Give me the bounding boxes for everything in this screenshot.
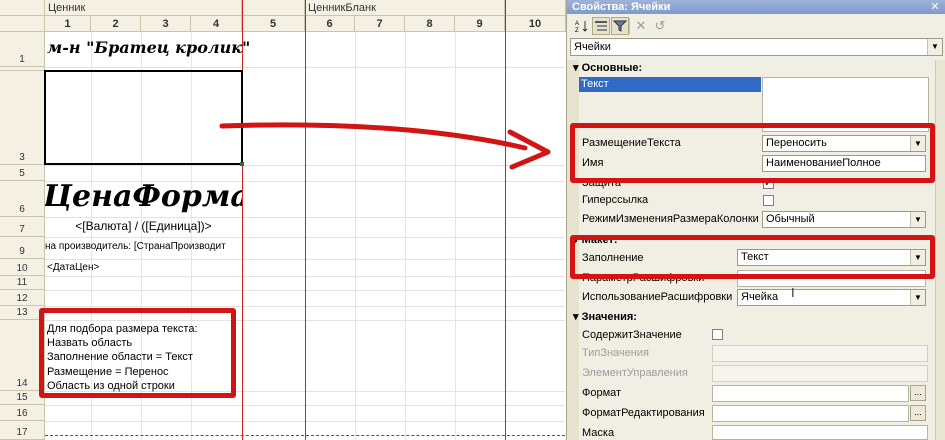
annotation-arrow: [219, 122, 551, 170]
